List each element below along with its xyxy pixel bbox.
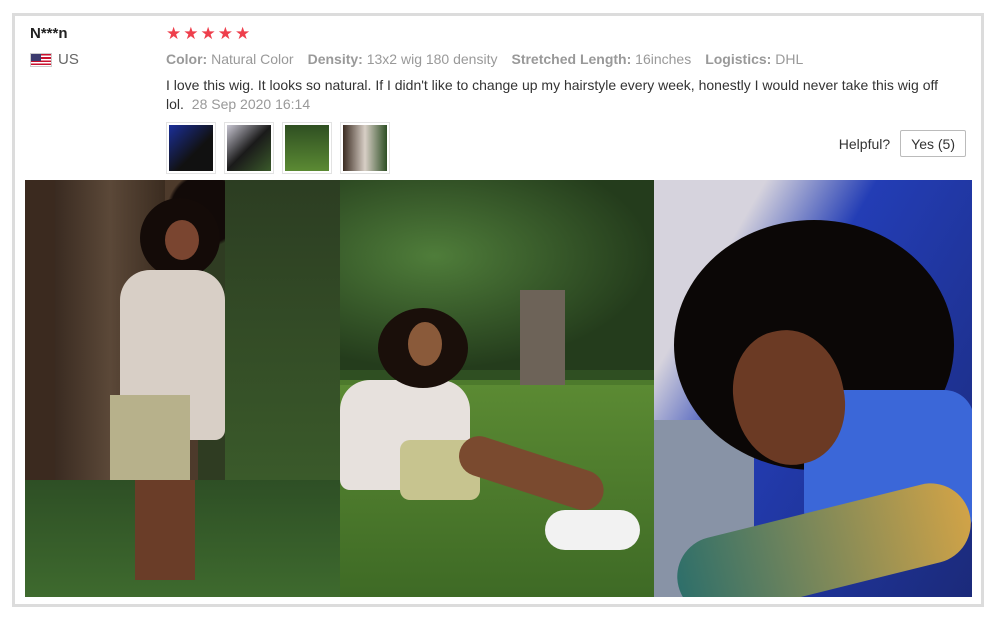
thumbnail-image (343, 125, 387, 171)
country-code: US (58, 51, 79, 68)
review-date: 28 Sep 2020 16:14 (191, 96, 311, 112)
star-icon: ★ (166, 24, 182, 43)
attr-density: Density: 13x2 wig 180 density (307, 51, 498, 67)
product-attributes: Color: Natural Color Density: 13x2 wig 1… (166, 51, 803, 67)
reviewer-country: US (30, 51, 79, 68)
thumbnail-image (169, 125, 213, 171)
helpful-section: Helpful? Yes (5) (839, 130, 966, 157)
star-icon: ★ (217, 24, 233, 43)
thumbnail-image (227, 125, 271, 171)
star-icon: ★ (183, 24, 199, 43)
photo-thumbnail-2[interactable] (224, 122, 274, 174)
photo-thumbnails (166, 122, 390, 174)
star-icon: ★ (200, 24, 216, 43)
attr-logistics: Logistics: DHL (705, 51, 804, 67)
reviewer-name: N***n (30, 25, 68, 42)
thumbnail-image (285, 125, 329, 171)
helpful-label: Helpful? (838, 135, 891, 152)
review-photo-2[interactable] (340, 180, 654, 597)
star-icon: ★ (235, 24, 251, 43)
review-body: I love this wig. It looks so natural. If… (166, 76, 956, 114)
review-photo-3[interactable] (654, 180, 972, 597)
review-photo-gallery (25, 180, 972, 597)
us-flag-icon (30, 52, 52, 67)
attr-length: Stretched Length: 16inches (511, 51, 692, 67)
review-photo-1[interactable] (25, 180, 340, 597)
photo-thumbnail-4[interactable] (340, 122, 390, 174)
star-rating: ★ ★ ★ ★ ★ (166, 24, 250, 44)
photo-thumbnail-3[interactable] (282, 122, 332, 174)
helpful-yes-button[interactable]: Yes (5) (900, 130, 966, 157)
photo-thumbnail-1[interactable] (166, 122, 216, 174)
attr-color: Color: Natural Color (166, 51, 294, 67)
